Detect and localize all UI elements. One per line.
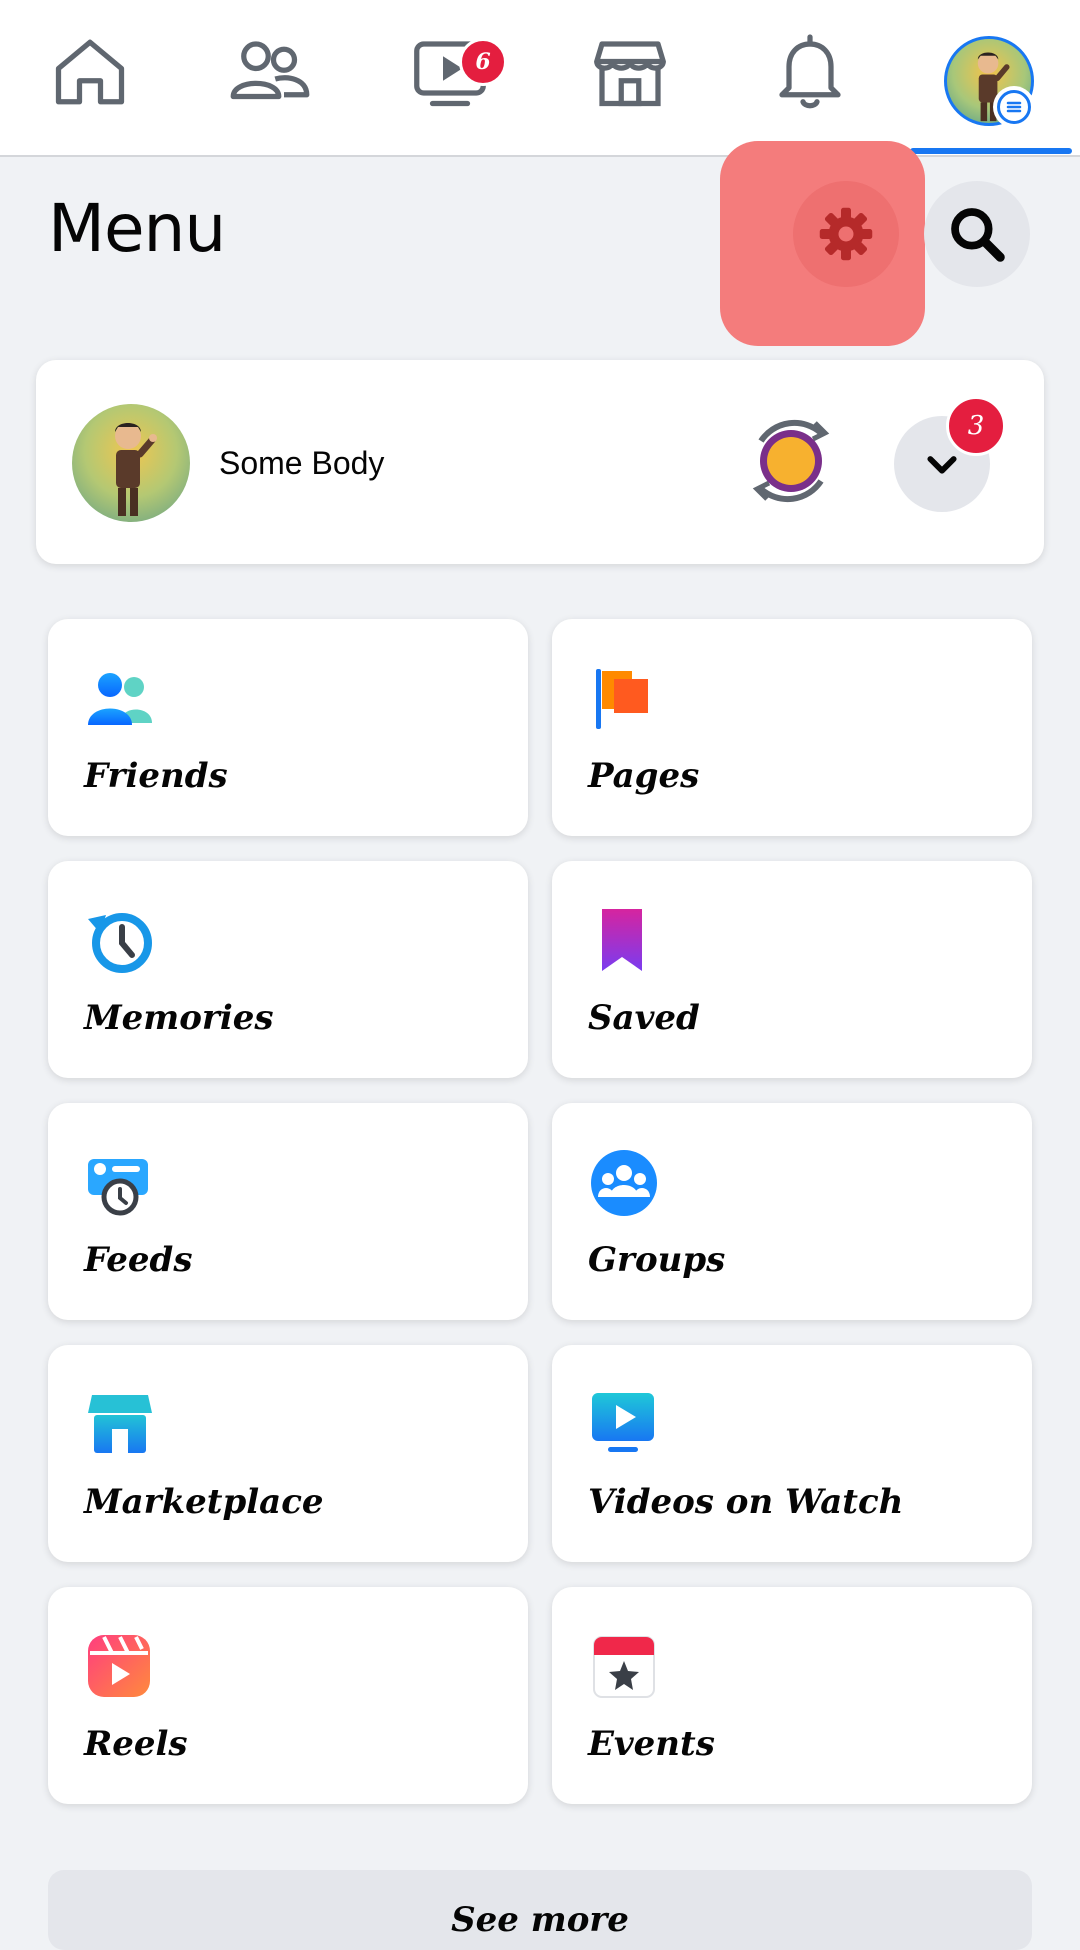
marketplace-store-icon: [594, 41, 666, 107]
watch-notification-badge: 6: [459, 38, 507, 86]
flag-icon: [596, 669, 648, 729]
see-more-label: See more: [451, 1900, 629, 1940]
calendar-star-icon: [593, 1636, 655, 1698]
settings-button[interactable]: [793, 181, 899, 287]
shortcut-label: Feeds: [84, 1240, 193, 1280]
chevron-down-icon: [927, 456, 957, 474]
store-icon: [88, 1395, 152, 1453]
shortcut-label: Pages: [588, 756, 700, 796]
shortcut-label: Videos on Watch: [588, 1482, 904, 1522]
active-tab-indicator: [910, 148, 1072, 154]
shortcut-groups[interactable]: Groups: [552, 1103, 1032, 1320]
profile-name: Some Body: [219, 445, 385, 481]
notifications-tab[interactable]: [750, 30, 870, 140]
home-icon: [55, 39, 125, 105]
shortcut-pages[interactable]: Pages: [552, 619, 1032, 836]
bookmark-icon: [602, 909, 642, 971]
groups-icon: [591, 1150, 657, 1216]
shortcut-events[interactable]: Events: [552, 1587, 1032, 1804]
shortcut-label: Friends: [84, 756, 228, 796]
gear-icon: [819, 207, 873, 261]
shortcut-label: Marketplace: [84, 1482, 324, 1522]
friends-outline-icon: [230, 41, 310, 100]
feeds-icon: [88, 1159, 148, 1216]
top-navigation-bar: 6: [0, 0, 1080, 157]
shortcut-videos-on-watch[interactable]: Videos on Watch: [552, 1345, 1032, 1562]
marketplace-tab[interactable]: [570, 30, 690, 140]
avatar-figure-icon: [115, 423, 157, 516]
search-icon: [951, 208, 1005, 262]
video-icon: [592, 1393, 654, 1452]
switch-profile-icon[interactable]: [741, 411, 841, 511]
reels-icon: [88, 1635, 150, 1697]
memories-clock-icon: [88, 913, 152, 973]
shortcut-label: Events: [588, 1724, 715, 1764]
friends-icon: [88, 673, 152, 725]
bell-icon: [779, 34, 841, 109]
home-tab[interactable]: [30, 30, 150, 140]
shortcut-friends[interactable]: Friends: [48, 619, 528, 836]
page-title: Menu: [48, 190, 226, 267]
shortcut-label: Reels: [84, 1724, 188, 1764]
shortcut-saved[interactable]: Saved: [552, 861, 1032, 1078]
hamburger-icon: [997, 90, 1031, 124]
profile-avatar[interactable]: [72, 404, 190, 522]
see-more-button[interactable]: See more: [48, 1870, 1032, 1950]
friends-tab[interactable]: [210, 30, 330, 140]
shortcut-memories[interactable]: Memories: [48, 861, 528, 1078]
shortcut-marketplace[interactable]: Marketplace: [48, 1345, 528, 1562]
shortcut-label: Groups: [588, 1240, 726, 1280]
shortcut-label: Saved: [588, 998, 700, 1038]
menu-badge: [993, 86, 1035, 128]
search-button[interactable]: [924, 181, 1030, 287]
shortcut-label: Memories: [84, 998, 274, 1038]
profile-card[interactable]: Some Body 3: [36, 360, 1044, 564]
profile-count-badge: 3: [946, 396, 1006, 456]
shortcut-reels[interactable]: Reels: [48, 1587, 528, 1804]
shortcut-feeds[interactable]: Feeds: [48, 1103, 528, 1320]
